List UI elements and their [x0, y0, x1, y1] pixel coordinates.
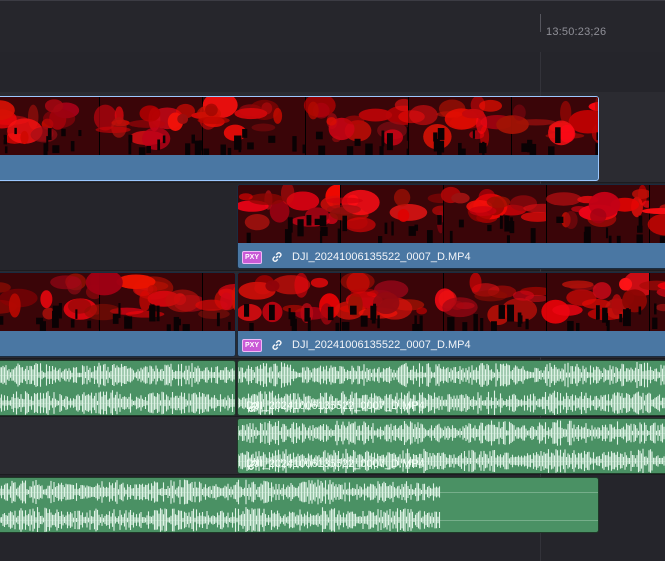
link-icon	[248, 460, 258, 470]
video-clip-v1-left[interactable]	[0, 272, 236, 357]
video-clip-v1-right[interactable]: PXY DJI_20241006135522_0007_D.MP4	[237, 272, 665, 357]
ruler-timecode: 13:50:23;26	[546, 26, 607, 38]
clip-name: DJI_20241006135522_0007_D.MP4	[292, 251, 471, 263]
link-icon	[272, 340, 282, 350]
clip-thumbnails	[238, 273, 665, 331]
link-icon	[248, 402, 258, 412]
proxy-badge: PXY	[242, 338, 262, 352]
link-icon	[272, 252, 282, 262]
audio-clip-a1-left[interactable]	[0, 360, 236, 416]
timeline-ruler[interactable]: 13:50:23;26	[0, 0, 665, 52]
video-clip-v2[interactable]: PXY DJI_20241006135522_0007_D.MP4	[237, 184, 665, 269]
ruler-tick	[540, 14, 541, 32]
track-lane-empty	[0, 52, 665, 92]
audio-clip-a1-right[interactable]: DJI_20241006135522_0007_D.MP4	[237, 360, 665, 416]
clip-name: DJI_20241006135522_0007_D.MP4	[292, 339, 471, 351]
clip-thumbnails	[0, 97, 598, 155]
audio-waveform	[0, 362, 235, 415]
clip-thumbnails	[0, 273, 235, 331]
clip-thumbnails	[238, 185, 665, 243]
video-clip-v3[interactable]	[0, 96, 599, 181]
proxy-badge: PXY	[242, 250, 262, 264]
audio-clip-a2[interactable]: DJI_20241006135522_0007_D.MP4	[237, 418, 665, 474]
audio-waveform	[0, 479, 598, 532]
audio-clip-a3[interactable]	[0, 477, 599, 533]
clip-name: DJI_20241006135522_0007_D.MP4	[246, 458, 425, 470]
clip-name: DJI_20241006135522_0007_D.MP4	[246, 400, 425, 412]
